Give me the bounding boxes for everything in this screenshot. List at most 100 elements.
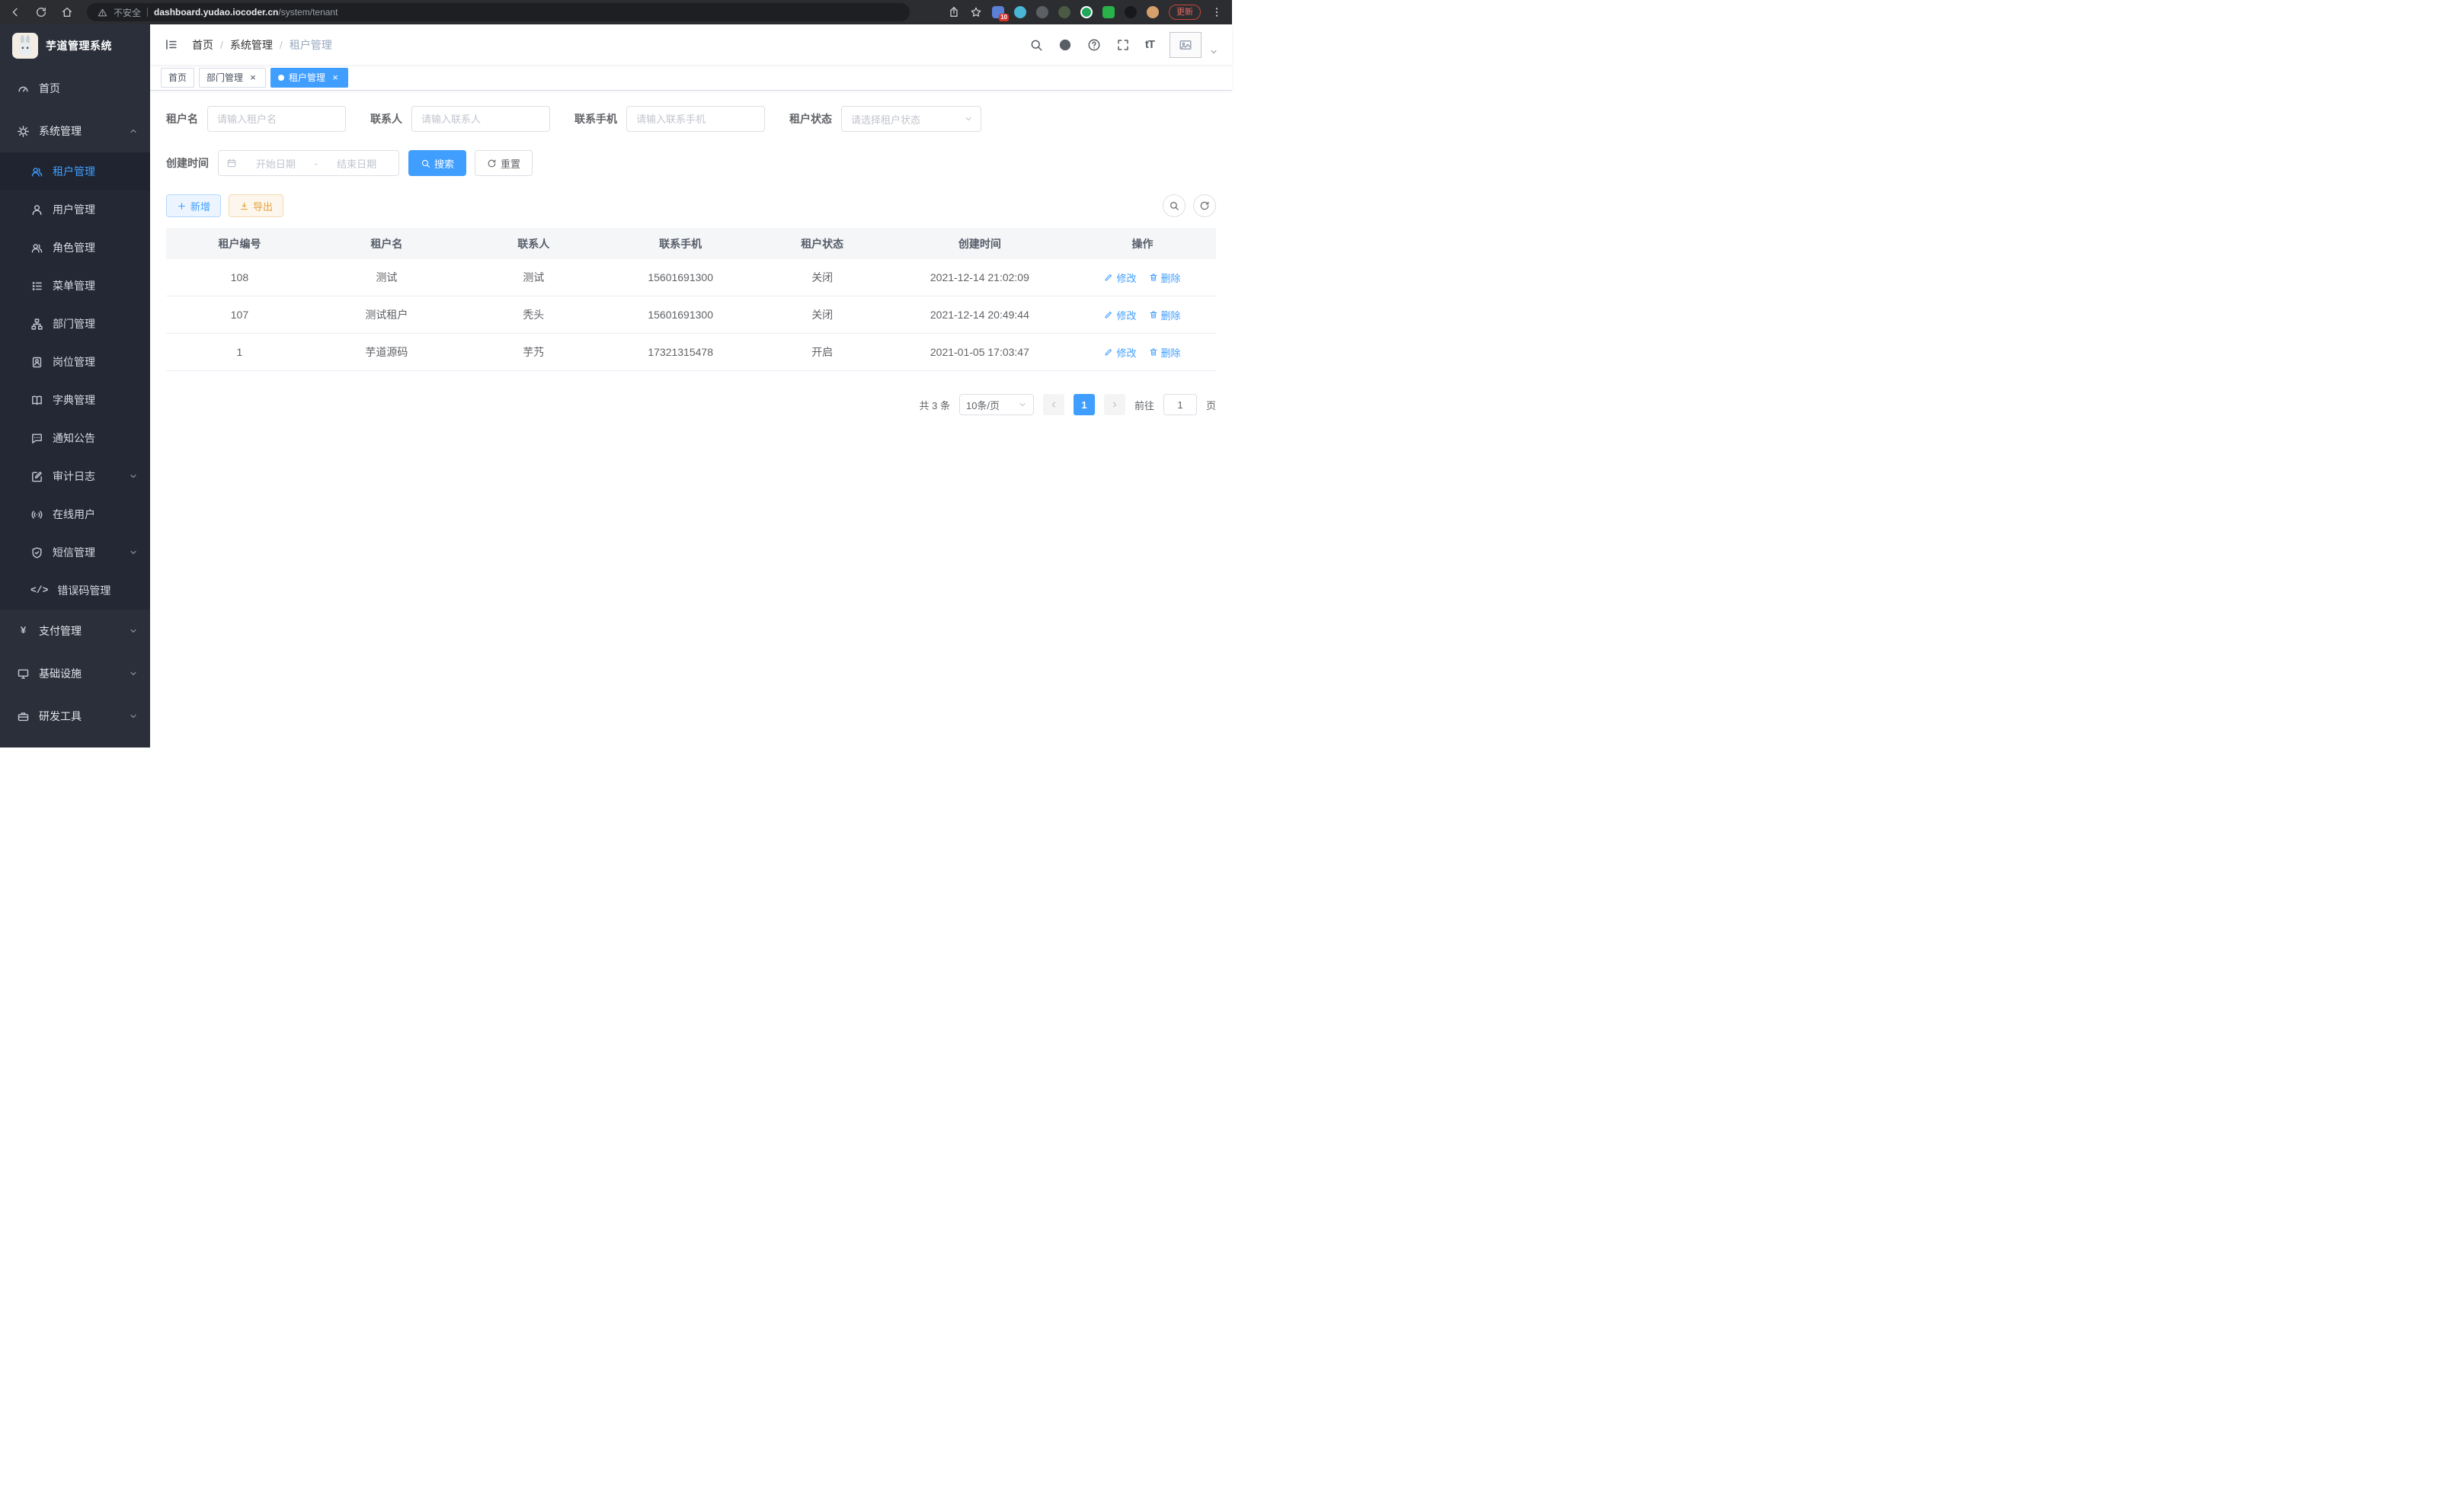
- search-button[interactable]: 搜索: [408, 150, 466, 176]
- address-bar[interactable]: 不安全 dashboard.yudao.iocoder.cn/system/te…: [87, 3, 910, 21]
- create-time-range-picker[interactable]: 开始日期 - 结束日期: [218, 150, 399, 176]
- trash-icon: [1149, 310, 1158, 319]
- next-page-button[interactable]: [1104, 394, 1125, 415]
- sidebar: 芋道管理系统 首页 系统管理 租户管理 用户管理: [0, 24, 150, 748]
- tab-tenant[interactable]: 租户管理 ×: [270, 68, 348, 88]
- sidebar-item-home[interactable]: 首页: [0, 67, 150, 110]
- people-icon: [30, 165, 43, 178]
- breadcrumb-system[interactable]: 系统管理: [230, 37, 273, 53]
- extension-icon[interactable]: [1036, 6, 1048, 18]
- sidebar-fold-icon[interactable]: [164, 37, 178, 52]
- sidebar-item-sms[interactable]: 短信管理: [0, 533, 150, 571]
- user-avatar[interactable]: [1170, 32, 1202, 58]
- edit-link[interactable]: 修改: [1104, 271, 1136, 285]
- extension-icon[interactable]: [1058, 6, 1070, 18]
- contact-input[interactable]: [411, 106, 550, 132]
- yen-icon: ¥: [17, 625, 30, 638]
- table-header: 租户编号 租户名 联系人 联系手机 租户状态 创建时间 操作: [166, 228, 1216, 259]
- sidebar-item-infra[interactable]: 基础设施: [0, 652, 150, 695]
- tab-dept[interactable]: 部门管理 ×: [199, 68, 266, 88]
- sidebar-item-dev-tools[interactable]: 研发工具: [0, 695, 150, 738]
- tenant-status-select[interactable]: 请选择租户状态: [841, 106, 981, 132]
- sidebar-item-dept[interactable]: 部门管理: [0, 305, 150, 343]
- font-size-icon[interactable]: tT: [1145, 38, 1154, 51]
- search-icon[interactable]: [1029, 38, 1043, 52]
- extension-icon[interactable]: [1125, 6, 1137, 18]
- app-logo[interactable]: 芋道管理系统: [0, 24, 150, 67]
- close-icon[interactable]: ×: [330, 72, 341, 83]
- breadcrumb-current: 租户管理: [290, 37, 332, 53]
- table-toolbar: 新增 导出: [166, 194, 1216, 217]
- breadcrumb: 首页 / 系统管理 / 租户管理: [192, 37, 332, 53]
- browser-reload-icon[interactable]: [35, 6, 47, 18]
- chevron-down-icon: [129, 712, 138, 721]
- search-icon: [1169, 200, 1179, 211]
- column-header: 联系人: [460, 228, 607, 259]
- sidebar-item-payment[interactable]: ¥ 支付管理: [0, 610, 150, 652]
- sidebar-item-user[interactable]: 用户管理: [0, 190, 150, 229]
- sidebar-item-online-user[interactable]: 在线用户: [0, 495, 150, 533]
- tab-home[interactable]: 首页: [161, 68, 194, 88]
- mobile-input[interactable]: [626, 106, 765, 132]
- help-icon[interactable]: [1087, 38, 1101, 52]
- sidebar-menu: 首页 系统管理 租户管理 用户管理 角色管理: [0, 67, 150, 738]
- sidebar-item-notice[interactable]: 通知公告: [0, 419, 150, 457]
- sidebar-item-role[interactable]: 角色管理: [0, 229, 150, 267]
- goto-page-input[interactable]: [1163, 394, 1197, 415]
- sidebar-item-audit-log[interactable]: 审计日志: [0, 457, 150, 495]
- update-button[interactable]: 更新: [1169, 5, 1201, 20]
- logo-image: [12, 33, 38, 59]
- profile-avatar[interactable]: [1147, 6, 1159, 18]
- active-dot: [278, 75, 284, 81]
- browser-menu-icon[interactable]: [1211, 6, 1223, 18]
- share-icon[interactable]: [948, 6, 960, 18]
- page-size-select[interactable]: 10条/页: [959, 394, 1034, 415]
- export-button[interactable]: 导出: [229, 194, 283, 217]
- github-icon[interactable]: [1058, 38, 1072, 52]
- gear-icon: [17, 125, 30, 138]
- column-header: 操作: [1069, 228, 1216, 259]
- code-icon: </>: [30, 584, 48, 597]
- navbar-actions: tT: [1029, 32, 1218, 58]
- download-icon: [239, 201, 249, 211]
- browser-back-icon[interactable]: [9, 6, 21, 18]
- extension-icon[interactable]: [1080, 6, 1093, 18]
- toggle-search-button[interactable]: [1163, 194, 1186, 217]
- edit-link[interactable]: 修改: [1104, 345, 1136, 360]
- delete-link[interactable]: 删除: [1149, 308, 1181, 322]
- extension-icon[interactable]: [1102, 6, 1115, 18]
- add-button[interactable]: 新增: [166, 194, 221, 217]
- prev-page-button[interactable]: [1043, 394, 1064, 415]
- status-value: 开启: [754, 334, 891, 371]
- sidebar-item-system[interactable]: 系统管理: [0, 110, 150, 152]
- browser-home-icon[interactable]: [61, 6, 73, 18]
- reset-button[interactable]: 重置: [475, 150, 533, 176]
- system-submenu: 租户管理 用户管理 角色管理 菜单管理 部门管理: [0, 152, 150, 610]
- chevron-down-icon: [964, 114, 973, 123]
- pen-icon: [1104, 273, 1113, 282]
- extension-icon[interactable]: 10: [992, 6, 1004, 18]
- breadcrumb-home[interactable]: 首页: [192, 37, 213, 53]
- plus-icon: [177, 201, 187, 211]
- page-url: dashboard.yudao.iocoder.cn/system/tenant: [154, 7, 338, 18]
- fullscreen-icon[interactable]: [1116, 38, 1130, 52]
- sidebar-item-dict[interactable]: 字典管理: [0, 381, 150, 419]
- trash-icon: [1149, 273, 1158, 282]
- refresh-button[interactable]: [1193, 194, 1216, 217]
- tenant-name-input[interactable]: [207, 106, 346, 132]
- avatar-caret-icon[interactable]: [1209, 47, 1218, 56]
- sidebar-item-tenant[interactable]: 租户管理: [0, 152, 150, 190]
- extension-icon[interactable]: [1014, 6, 1026, 18]
- bookmark-star-icon[interactable]: [970, 6, 982, 18]
- trash-icon: [1149, 347, 1158, 357]
- status-value: 关闭: [754, 259, 891, 296]
- page-1-button[interactable]: 1: [1074, 394, 1095, 415]
- sidebar-item-error-code[interactable]: </> 错误码管理: [0, 571, 150, 610]
- sidebar-item-post[interactable]: 岗位管理: [0, 343, 150, 381]
- delete-link[interactable]: 删除: [1149, 345, 1181, 360]
- sidebar-item-menu[interactable]: 菜单管理: [0, 267, 150, 305]
- delete-link[interactable]: 删除: [1149, 271, 1181, 285]
- person-icon: [30, 203, 43, 216]
- close-icon[interactable]: ×: [248, 72, 258, 83]
- edit-link[interactable]: 修改: [1104, 308, 1136, 322]
